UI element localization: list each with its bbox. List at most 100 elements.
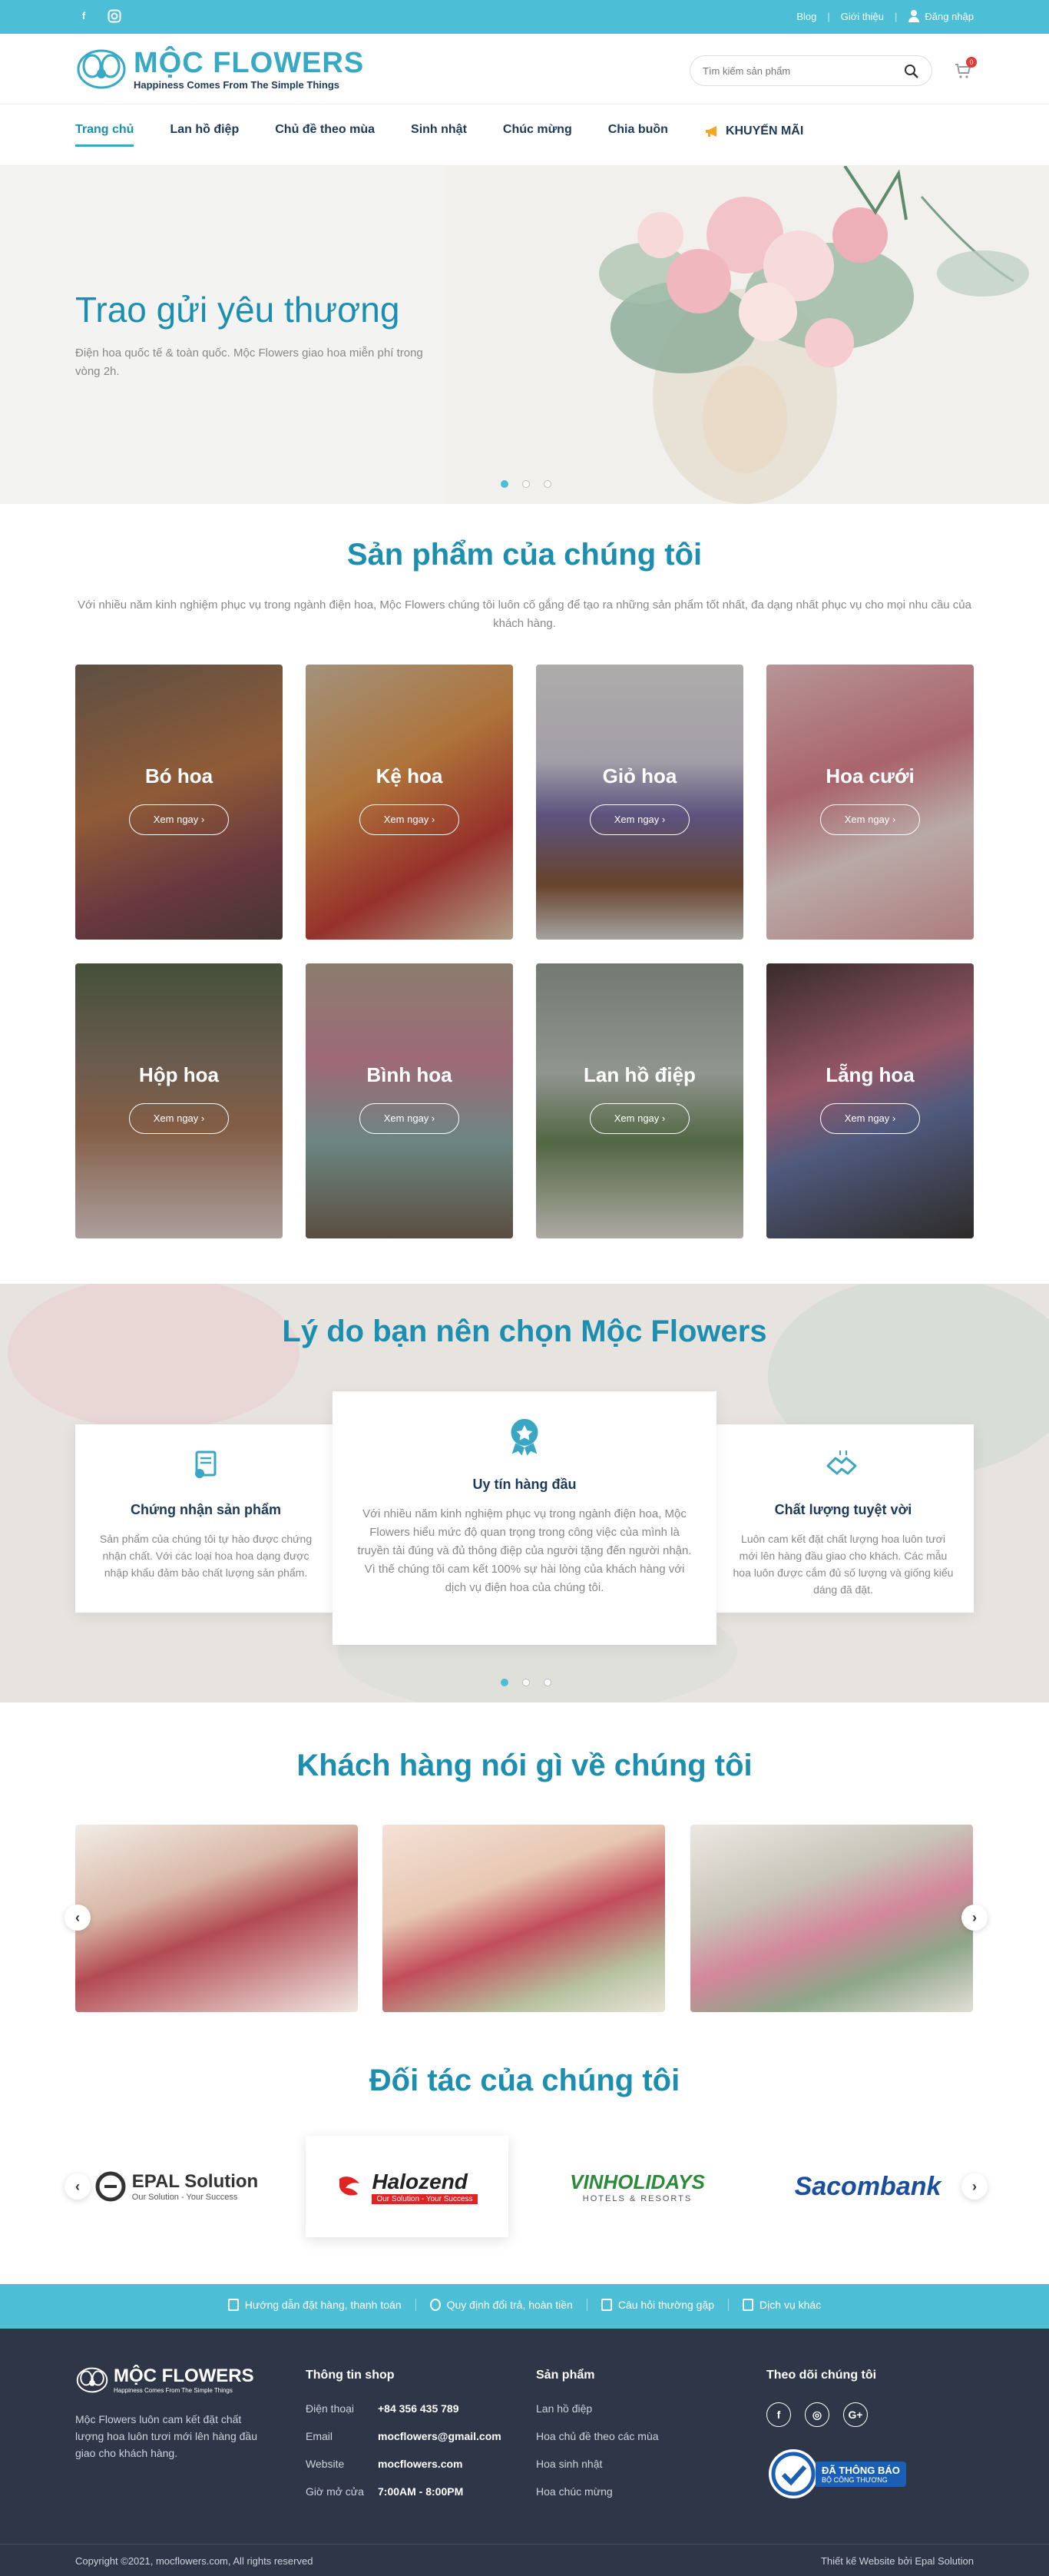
footer-phone-label: Điện thoại [306, 2402, 355, 2415]
instagram-icon[interactable] [106, 8, 123, 25]
nav-item-promo[interactable]: KHUYẾN MÃI [704, 123, 803, 147]
refresh-icon [429, 2299, 441, 2311]
view-now-button[interactable]: Xem ngay › [590, 804, 690, 835]
partner-name: Halozend [372, 2169, 468, 2193]
carousel-dot[interactable] [544, 480, 551, 488]
orchid-logo-icon [76, 2367, 108, 2392]
copyright-text: Copyright ©2021, mocflowers.com, All rig… [75, 2555, 313, 2567]
facebook-icon[interactable]: f [766, 2402, 791, 2427]
reasons-section: Lý do bạn nên chọn Mộc Flowers Chứng nhậ… [0, 1284, 1049, 1702]
reason-title: Uy tín hàng đầu [472, 1477, 577, 1492]
cart-count-badge: 0 [966, 57, 977, 68]
designer-credit[interactable]: Thiết kế Website bởi Epal Solution [821, 2555, 974, 2567]
product-card-vase[interactable]: Bình hoa Xem ngay › [306, 963, 513, 1238]
logo[interactable]: MỘC FLOWERS Happiness Comes From The Sim… [75, 48, 364, 91]
product-card-wedding[interactable]: Hoa cưới Xem ngay › [766, 665, 974, 940]
view-now-button[interactable]: Xem ngay › [820, 804, 920, 835]
reason-text: Luôn cam kết đặt chất lượng hoa luôn tươ… [733, 1533, 954, 1596]
partner-logo-epal[interactable]: EPAL Solution Our Solution - Your Succes… [75, 2136, 278, 2237]
view-now-button[interactable]: Xem ngay › [820, 1103, 920, 1134]
search-box[interactable] [690, 55, 932, 86]
footer-email[interactable]: mocflowers@gmail.com [378, 2430, 501, 2442]
info-bar: Hướng dẫn đặt hàng, thanh toán Quy định … [0, 2284, 1049, 2329]
document-icon [227, 2299, 239, 2311]
search-icon[interactable] [904, 64, 919, 79]
footer-hours: 7:00AM - 8:00PM [378, 2485, 464, 2498]
list-icon [743, 2299, 754, 2311]
footer-product-link[interactable]: Hoa chủ đề theo các mùa [536, 2430, 659, 2442]
hero-title: Trao gửi yêu thương [75, 290, 400, 330]
product-card-bouquet[interactable]: Bó hoa Xem ngay › [75, 665, 283, 940]
ministry-registered-badge[interactable]: ĐÃ THÔNG BÁO BỘ CÔNG THƯƠNG [766, 2447, 906, 2501]
partner-logo-halozend[interactable]: Halozend Our Solution - Your Success [306, 2136, 508, 2237]
instagram-icon[interactable]: ◎ [805, 2402, 829, 2427]
footer-about: MỘC FLOWERS Happiness Comes From The Sim… [75, 2365, 267, 2462]
brand-name: MỘC FLOWERS [134, 46, 365, 79]
testimonials-prev-button[interactable]: ‹ [65, 1905, 91, 1931]
product-card-basket[interactable]: Giỏ hoa Xem ngay › [536, 665, 743, 940]
product-card-hamper[interactable]: Lẵng hoa Xem ngay › [766, 963, 974, 1238]
products-description: Với nhiều năm kinh nghiệm phục vụ trong … [78, 598, 971, 630]
google-plus-icon[interactable]: G+ [843, 2402, 868, 2427]
reason-title: Chất lượng tuyệt vời [774, 1502, 912, 1517]
link-about[interactable]: Giới thiệu [841, 11, 884, 22]
footer-follow-title: Theo dõi chúng tôi [766, 2369, 877, 2382]
product-card-shelf[interactable]: Kệ hoa Xem ngay › [306, 665, 513, 940]
hero-bouquet-image [445, 166, 1049, 504]
info-link-faq[interactable]: Câu hỏi thường gặp [586, 2299, 728, 2311]
footer-website-label: Website [306, 2458, 345, 2470]
partner-logo-sacombank[interactable]: Sacombank [766, 2136, 969, 2237]
main-nav: Trang chủ Lan hồ điệp Chủ đề theo mùa Si… [0, 104, 1049, 166]
product-card-title: Bình hoa [366, 1063, 452, 1086]
carousel-dot[interactable] [501, 1679, 508, 1686]
login-link[interactable]: Đăng nhập [908, 10, 974, 22]
footer-brand-name: MỘC FLOWERS [114, 2365, 254, 2386]
view-now-button[interactable]: Xem ngay › [129, 1103, 229, 1134]
carousel-dot[interactable] [501, 480, 508, 488]
view-now-button[interactable]: Xem ngay › [129, 804, 229, 835]
footer-products: Sản phẩm Lan hồ điệp Hoa chủ đề theo các… [536, 2369, 659, 2513]
nav-item-birthday[interactable]: Sinh nhật [411, 123, 467, 147]
hero-carousel-dots [501, 480, 551, 488]
product-card-orchid[interactable]: Lan hồ điệp Xem ngay › [536, 963, 743, 1238]
testimonials-next-button[interactable]: › [961, 1905, 988, 1931]
info-link-other-services[interactable]: Dịch vụ khác [728, 2299, 835, 2311]
award-badge-icon [511, 1418, 538, 1456]
handshake-icon [826, 1450, 857, 1475]
partner-logo-vinholidays[interactable]: VINHOLIDAYS HOTELS & RESORTS [536, 2136, 739, 2237]
footer-product-link[interactable]: Lan hồ điệp [536, 2402, 659, 2415]
search-input[interactable] [703, 56, 895, 85]
view-now-button[interactable]: Xem ngay › [359, 1103, 459, 1134]
partners-next-button[interactable]: › [961, 2173, 988, 2200]
cart-button[interactable]: 0 [954, 57, 977, 80]
product-card-title: Lan hồ điệp [584, 1063, 696, 1086]
carousel-dot[interactable] [522, 1679, 530, 1686]
footer-product-link[interactable]: Hoa chúc mừng [536, 2485, 659, 2498]
checkmark-badge-icon [769, 2449, 818, 2498]
carousel-dot[interactable] [544, 1679, 551, 1686]
nav-item-seasonal[interactable]: Chủ đề theo mùa [275, 123, 375, 147]
product-card-title: Kệ hoa [376, 764, 443, 787]
info-link-return-policy[interactable]: Quy định đổi trả, hoàn tiền [415, 2299, 587, 2311]
footer-product-link[interactable]: Hoa sinh nhật [536, 2458, 659, 2470]
facebook-icon[interactable]: f [75, 8, 92, 25]
nav-item-congrats[interactable]: Chúc mừng [503, 123, 572, 147]
product-card-title: Hộp hoa [139, 1063, 219, 1086]
footer-website[interactable]: mocflowers.com [378, 2458, 462, 2470]
view-now-button[interactable]: Xem ngay › [359, 804, 459, 835]
info-link-order-guide[interactable]: Hướng dẫn đặt hàng, thanh toán [214, 2299, 415, 2311]
footer-logo[interactable]: MỘC FLOWERS Happiness Comes From The Sim… [75, 2365, 267, 2394]
product-card-box[interactable]: Hộp hoa Xem ngay › [75, 963, 283, 1238]
hero-banner: Trao gửi yêu thương Điện hoa quốc tế & t… [0, 166, 1049, 504]
carousel-dot[interactable] [522, 480, 530, 488]
partner-name: Sacombank [794, 2171, 941, 2201]
nav-item-home[interactable]: Trang chủ [75, 123, 134, 147]
partners-prev-button[interactable]: ‹ [65, 2173, 91, 2200]
nav-item-condolence[interactable]: Chia buồn [608, 123, 668, 147]
footer-phone[interactable]: +84 356 435 789 [378, 2402, 459, 2415]
nav-item-orchid[interactable]: Lan hồ điệp [170, 123, 239, 147]
chat-icon [601, 2299, 612, 2311]
link-blog[interactable]: Blog [796, 11, 816, 22]
badge-line-2: BỘ CÔNG THƯƠNG [822, 2475, 888, 2484]
view-now-button[interactable]: Xem ngay › [590, 1103, 690, 1134]
